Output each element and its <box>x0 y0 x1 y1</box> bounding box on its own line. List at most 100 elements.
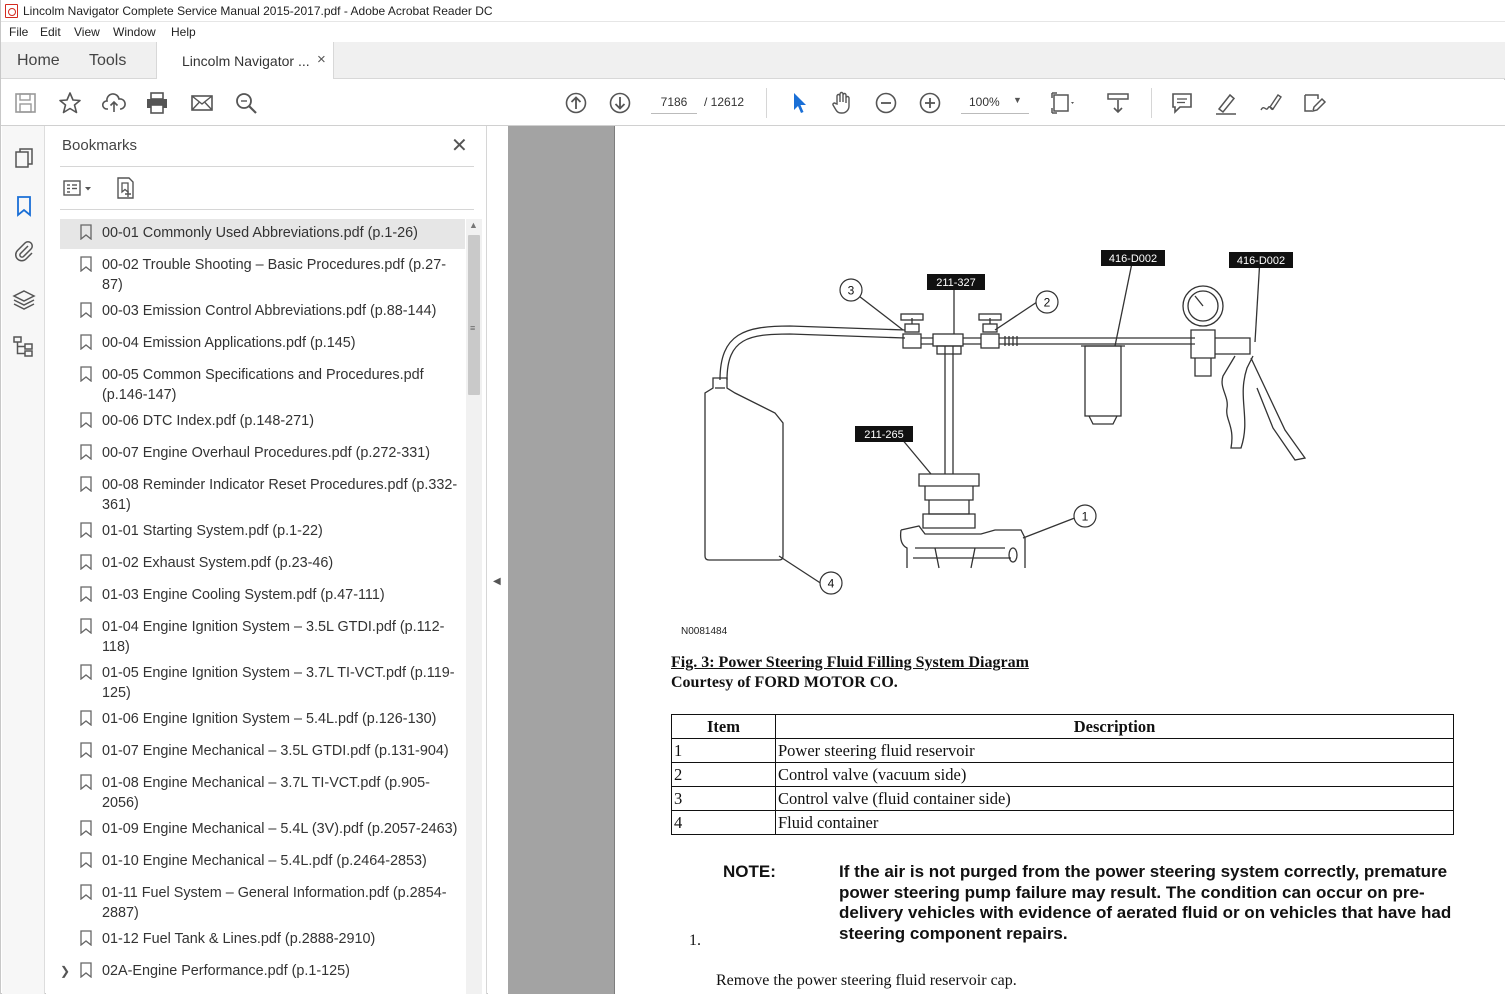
bookmark-label: 01-02 Exhaust System.pdf (p.23-46) <box>102 555 334 571</box>
menu-bar: File Edit View Window Help <box>1 22 1505 42</box>
bookmark-label: 00-01 Commonly Used Abbreviations.pdf (p… <box>102 225 418 241</box>
scroll-thumb[interactable]: ≡ <box>468 235 480 395</box>
attachments-icon[interactable] <box>12 239 36 263</box>
next-page-icon[interactable] <box>607 90 633 116</box>
bookmark-item[interactable]: 01-12 Fuel Tank & Lines.pdf (p.2888-2910… <box>60 925 465 955</box>
bookmarks-panel: Bookmarks ✕ 00-01 Commonly Used Abbrevia… <box>46 126 487 994</box>
bookmark-item[interactable]: 01-07 Engine Mechanical – 3.5L GTDI.pdf … <box>60 737 465 767</box>
content-tree-icon[interactable] <box>12 334 36 358</box>
upload-cloud-icon[interactable] <box>101 90 127 116</box>
bookmark-item[interactable]: 01-06 Engine Ignition System – 5.4L.pdf … <box>60 705 465 735</box>
bookmarks-icon[interactable] <box>12 194 36 218</box>
hand-tool-icon[interactable] <box>829 90 855 116</box>
previous-page-icon[interactable] <box>563 90 589 116</box>
bookmark-item[interactable]: 00-02 Trouble Shooting – Basic Procedure… <box>60 251 465 295</box>
scroll-mode-icon[interactable] <box>1105 90 1131 116</box>
bookmark-item[interactable]: 01-04 Engine Ignition System – 3.5L GTDI… <box>60 613 465 657</box>
page-thumbnails-icon[interactable] <box>12 146 36 170</box>
bookmark-label: 01-04 Engine Ignition System – 3.5L GTDI… <box>102 619 445 655</box>
menu-view[interactable]: View <box>74 25 100 39</box>
bookmark-options-button[interactable] <box>62 178 96 200</box>
bookmark-item[interactable]: 01-05 Engine Ignition System – 3.7L TI-V… <box>60 659 465 703</box>
menu-help[interactable]: Help <box>171 25 196 39</box>
divider <box>60 209 474 210</box>
bookmark-list: 00-01 Commonly Used Abbreviations.pdf (p… <box>60 219 465 994</box>
table-row: 1 Power steering fluid reservoir <box>671 738 1454 763</box>
new-bookmark-icon[interactable] <box>114 176 138 200</box>
zoom-out-icon[interactable] <box>873 90 899 116</box>
scroll-up-arrow-icon[interactable]: ▲ <box>469 220 478 230</box>
bookmark-label: 00-03 Emission Control Abbreviations.pdf… <box>102 303 437 319</box>
zoom-select[interactable]: 100% ▼ <box>961 90 1029 114</box>
print-icon[interactable] <box>144 90 170 116</box>
bookmark-item[interactable]: ❯ 02A-Engine Performance.pdf (p.1-125) <box>60 957 465 987</box>
tab-bar: Home Tools Lincolm Navigator ... × <box>1 42 1505 79</box>
bookmark-flag-icon <box>80 884 92 900</box>
callout-4: 4 <box>828 577 835 591</box>
close-panel-icon[interactable]: ✕ <box>451 133 468 158</box>
bookmark-item[interactable]: 00-06 DTC Index.pdf (p.148-271) <box>60 407 465 437</box>
menu-edit[interactable]: Edit <box>40 25 61 39</box>
save-icon[interactable] <box>13 90 39 116</box>
bookmark-label: 01-10 Engine Mechanical – 5.4L.pdf (p.24… <box>102 853 427 869</box>
toolbar-divider <box>766 88 767 118</box>
bookmark-star-icon[interactable] <box>57 90 83 116</box>
bookmark-item[interactable]: 00-05 Common Specifications and Procedur… <box>60 361 465 405</box>
bookmarks-title: Bookmarks <box>62 137 138 154</box>
title-bar: Lincolm Navigator Complete Service Manua… <box>1 0 1505 22</box>
app-window: Lincolm Navigator Complete Service Manua… <box>0 0 1505 994</box>
panel-collapse-gutter[interactable]: ◀ <box>488 126 508 994</box>
bookmark-flag-icon <box>80 852 92 868</box>
figure-title: Fig. 3: Power Steering Fluid Filling Sys… <box>671 654 1029 671</box>
table-cell: 3 <box>671 786 776 811</box>
sign-icon[interactable] <box>1257 90 1283 116</box>
search-icon[interactable] <box>233 90 259 116</box>
bookmark-flag-icon <box>80 256 92 272</box>
table-header-row: Item Description <box>671 714 1454 739</box>
bookmark-flag-icon <box>80 618 92 634</box>
bookmark-flag-icon <box>80 742 92 758</box>
figure-credit: Courtesy of FORD MOTOR CO. <box>671 674 898 691</box>
menu-file[interactable]: File <box>9 25 28 39</box>
bookmark-label: 00-06 DTC Index.pdf (p.148-271) <box>102 413 314 429</box>
highlight-pen-icon[interactable] <box>1213 90 1239 116</box>
callout-1: 1 <box>1082 510 1089 524</box>
bookmark-label: 01-05 Engine Ignition System – 3.7L TI-V… <box>102 665 455 701</box>
bookmark-item[interactable]: 00-03 Emission Control Abbreviations.pdf… <box>60 297 465 327</box>
column-header-description: Description <box>775 714 1454 739</box>
bookmark-item[interactable]: 00-07 Engine Overhaul Procedures.pdf (p.… <box>60 439 465 469</box>
page-fit-icon[interactable] <box>1049 90 1075 116</box>
bookmark-item[interactable]: 01-02 Exhaust System.pdf (p.23-46) <box>60 549 465 579</box>
bookmark-item[interactable]: 01-01 Starting System.pdf (p.1-22) <box>60 517 465 547</box>
tab-home[interactable]: Home <box>17 52 60 70</box>
bookmark-flag-icon <box>80 476 92 492</box>
layers-icon[interactable] <box>12 288 36 312</box>
bookmark-item[interactable]: 00-01 Commonly Used Abbreviations.pdf (p… <box>60 219 465 249</box>
bookmark-item[interactable]: 00-08 Reminder Indicator Reset Procedure… <box>60 471 465 515</box>
step-text: Remove the power steering fluid reservoi… <box>716 972 1017 989</box>
page-number-input[interactable]: 7186 <box>651 90 697 114</box>
zoom-in-icon[interactable] <box>917 90 943 116</box>
chevron-down-icon: ▼ <box>1013 95 1022 105</box>
tab-tools[interactable]: Tools <box>89 52 126 70</box>
collapse-panel-icon[interactable]: ◀ <box>493 576 501 587</box>
share-edit-icon[interactable] <box>1301 90 1327 116</box>
select-cursor-icon[interactable] <box>786 90 812 116</box>
email-icon[interactable] <box>189 90 215 116</box>
menu-window[interactable]: Window <box>113 25 156 39</box>
table-row: 2 Control valve (vacuum side) <box>671 762 1454 787</box>
bookmark-item[interactable]: 00-04 Emission Applications.pdf (p.145) <box>60 329 465 359</box>
bookmark-item[interactable]: 01-10 Engine Mechanical – 5.4L.pdf (p.24… <box>60 847 465 877</box>
bookmark-flag-icon <box>80 366 92 382</box>
bookmark-item[interactable]: 01-09 Engine Mechanical – 5.4L (3V).pdf … <box>60 815 465 845</box>
bookmark-item[interactable]: 01-08 Engine Mechanical – 3.7L TI-VCT.pd… <box>60 769 465 813</box>
bookmark-flag-icon <box>80 710 92 726</box>
bookmarks-scrollbar[interactable]: ▲ ≡ <box>466 219 482 994</box>
tab-close-icon[interactable]: × <box>317 51 326 68</box>
expand-chevron-icon[interactable]: ❯ <box>60 964 70 978</box>
tab-document[interactable]: Lincolm Navigator ... × <box>156 42 334 79</box>
bookmark-item[interactable]: 01-11 Fuel System – General Information.… <box>60 879 465 923</box>
bookmark-label: 00-02 Trouble Shooting – Basic Procedure… <box>102 257 446 293</box>
comment-icon[interactable] <box>1169 90 1195 116</box>
bookmark-item[interactable]: 01-03 Engine Cooling System.pdf (p.47-11… <box>60 581 465 611</box>
